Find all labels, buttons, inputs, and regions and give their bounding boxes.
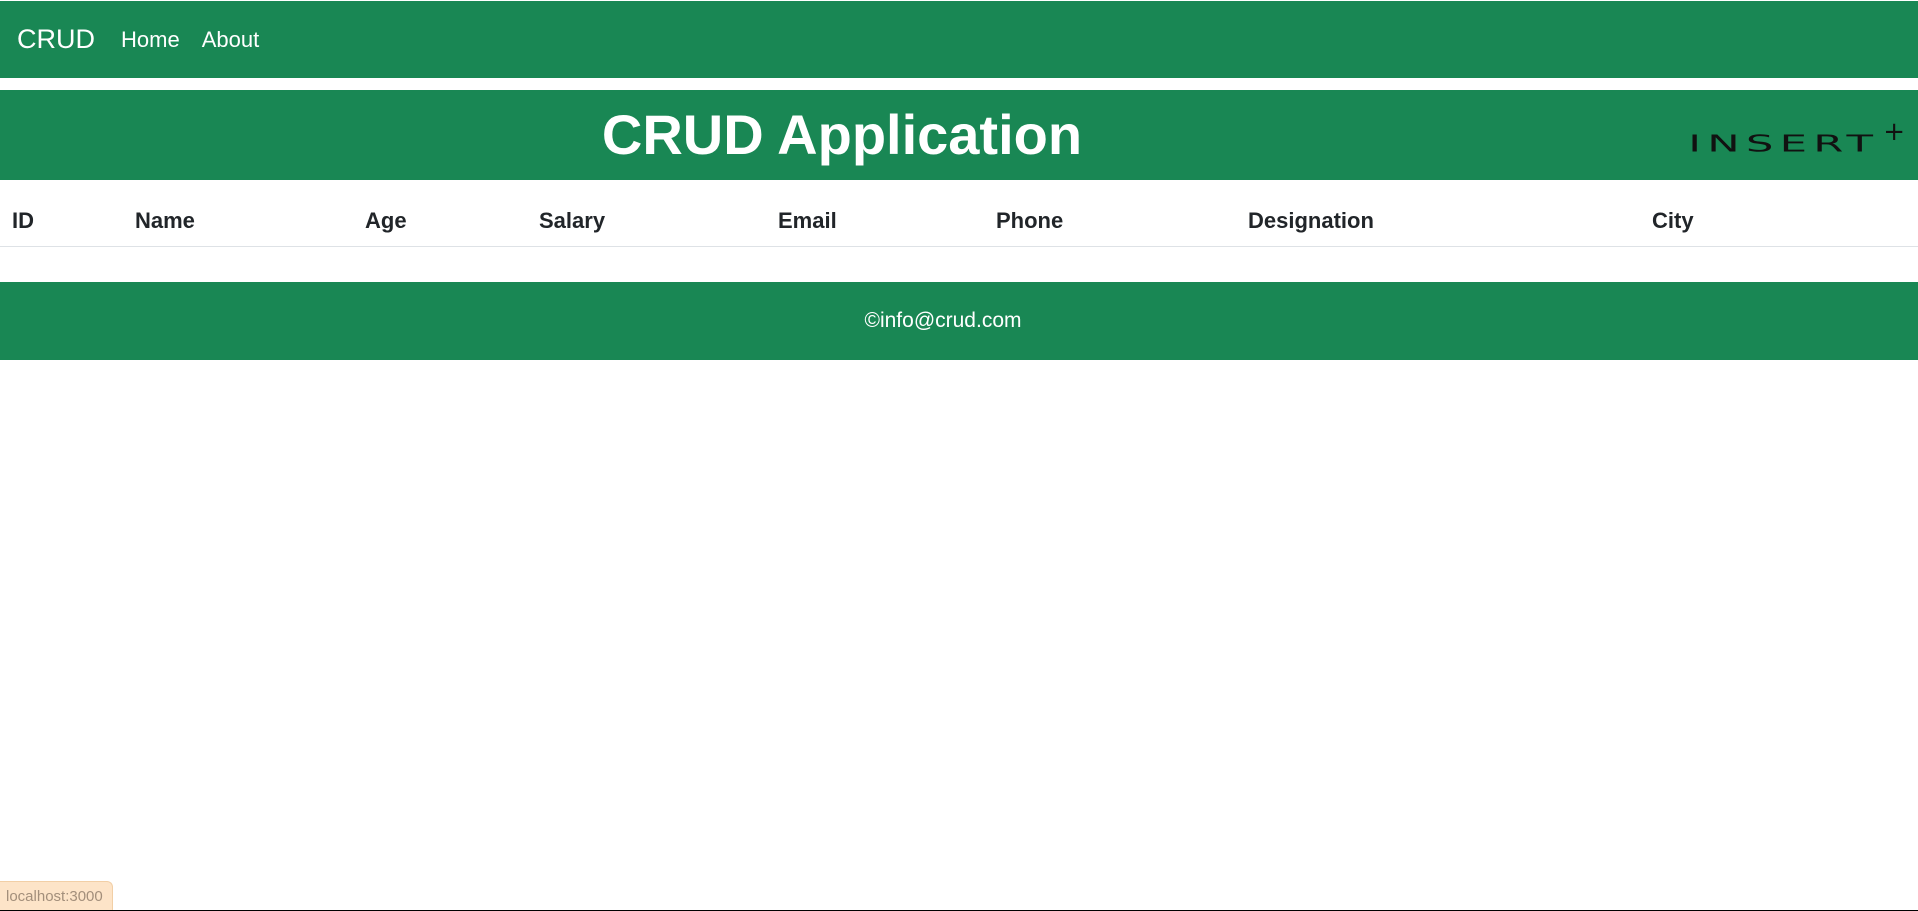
column-header-designation: Designation xyxy=(1236,196,1640,247)
footer: ©info@crud.com xyxy=(0,282,1918,360)
nav-link-home[interactable]: Home xyxy=(121,27,180,53)
column-header-age: Age xyxy=(353,196,527,247)
column-header-email: Email xyxy=(766,196,984,247)
column-header-id: ID xyxy=(0,196,123,247)
insert-button-label: INSERT xyxy=(1688,130,1880,158)
page-header: CRUD Application INSERT + xyxy=(0,90,1918,180)
brand-link[interactable]: CRUD xyxy=(17,24,95,55)
footer-contact-text: ©info@crud.com xyxy=(864,309,1022,332)
status-bar-url: localhost:3000 xyxy=(0,881,113,911)
navbar: CRUD Home About xyxy=(0,1,1918,78)
column-header-phone: Phone xyxy=(984,196,1236,247)
nav-links: Home About xyxy=(121,27,281,53)
page-title: CRUD Application xyxy=(601,103,1083,166)
column-header-name: Name xyxy=(123,196,353,247)
records-table: ID Name Age Salary Email Phone Designati… xyxy=(0,196,1918,247)
table-header-row: ID Name Age Salary Email Phone Designati… xyxy=(0,196,1918,247)
insert-button[interactable]: INSERT + xyxy=(1688,117,1905,164)
column-header-city: City xyxy=(1640,196,1918,247)
column-header-salary: Salary xyxy=(527,196,766,247)
plus-icon: + xyxy=(1883,117,1905,147)
nav-link-about[interactable]: About xyxy=(202,27,260,53)
